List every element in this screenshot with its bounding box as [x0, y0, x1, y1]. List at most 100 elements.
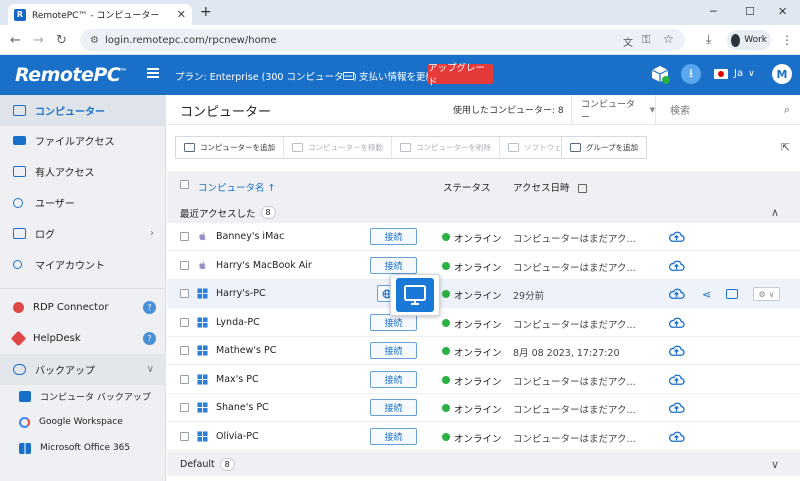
connect-button[interactable]: 接続: [370, 370, 417, 388]
site-info-icon[interactable]: ⚙: [90, 35, 99, 46]
connect-button[interactable]: 接続: [370, 399, 417, 416]
sidebar-item-helpdesk[interactable]: HelpDesk?: [0, 323, 166, 354]
table-row[interactable]: Shane's PC 接続 オンライン コンピューターはまだアク...: [167, 394, 800, 422]
translate-icon[interactable]: 文: [623, 34, 633, 49]
computer-name[interactable]: Harry's-PC: [216, 288, 266, 299]
computer-name[interactable]: Harry's MacBook Air: [216, 260, 312, 271]
connect-button[interactable]: 接続: [370, 342, 417, 359]
connect-monitor-button[interactable]: [396, 278, 434, 312]
computer-filter-dropdown[interactable]: コンピューター ▼: [571, 95, 655, 124]
row-checkbox[interactable]: [180, 431, 189, 441]
download-icon[interactable]: ⭳: [681, 64, 701, 84]
table-row[interactable]: Mathew's PC 接続 オンライン 8月 08 2023, 17:27:20: [167, 337, 800, 365]
export-icon[interactable]: ⇱: [781, 141, 790, 154]
help-icon[interactable]: ?: [143, 332, 156, 345]
row-checkbox[interactable]: [180, 317, 189, 327]
cloud-upload-icon[interactable]: [668, 372, 685, 388]
connect-button[interactable]: 接続: [370, 313, 417, 331]
table-row[interactable]: Harry's-PC オンライン 29分前 ⋖ ⚙ ∨: [167, 280, 800, 308]
sidebar-subitem-google-workspace[interactable]: Google Workspace: [0, 409, 166, 435]
share-icon[interactable]: ⋖: [702, 288, 711, 301]
user-avatar[interactable]: M: [772, 64, 792, 84]
deploy-package-icon[interactable]: [649, 63, 671, 85]
cloud-upload-icon[interactable]: [668, 400, 685, 416]
browser-tab[interactable]: R RemotePC™ - コンピューター ✕: [8, 4, 192, 25]
sidebar-item-my-account[interactable]: マイアカウント: [0, 249, 166, 280]
move-computer-button[interactable]: コンピューターを移動: [284, 137, 392, 158]
forward-icon[interactable]: →: [33, 33, 44, 48]
help-icon[interactable]: ?: [143, 301, 156, 314]
connect-button[interactable]: 接続: [370, 228, 417, 245]
row-checkbox[interactable]: [180, 374, 189, 384]
table-row[interactable]: Banney's iMac 接続 オンライン コンピューターはまだアク...: [167, 223, 800, 251]
computer-name[interactable]: Mathew's PC: [216, 345, 276, 356]
tab-close-icon[interactable]: ✕: [177, 8, 186, 21]
chevron-down-icon[interactable]: ∨: [771, 458, 779, 471]
add-computer-button[interactable]: コンピューターを追加: [176, 137, 284, 158]
row-checkbox[interactable]: [180, 289, 189, 298]
sidebar-item-users[interactable]: ユーザー: [0, 187, 166, 218]
settings-dropdown[interactable]: ⚙ ∨: [753, 287, 780, 301]
table-row[interactable]: Lynda-PC 接続 オンライン コンピューターはまだアク...: [167, 308, 800, 337]
column-header-name[interactable]: コンピュータ名 ↑: [198, 180, 276, 194]
calendar-icon[interactable]: [577, 184, 587, 193]
row-checkbox[interactable]: [180, 403, 189, 412]
url-field[interactable]: ⚙ login.remotepc.com/rpcnew/home: [80, 29, 685, 51]
back-icon[interactable]: ←: [10, 33, 21, 48]
add-group-button[interactable]: グループを追加: [562, 137, 646, 158]
computer-name[interactable]: Banney's iMac: [216, 231, 284, 242]
sidebar-item-file-access[interactable]: ファイルアクセス: [0, 125, 166, 156]
chat-icon[interactable]: [726, 289, 738, 299]
new-tab-icon[interactable]: +: [200, 4, 212, 20]
table-row[interactable]: Max's PC 接続 オンライン コンピューターはまだアク...: [167, 365, 800, 394]
hamburger-menu-icon[interactable]: [147, 68, 159, 78]
group-recently-accessed[interactable]: 最近アクセスした 8 ∧: [167, 200, 800, 225]
downloads-icon[interactable]: ⤓: [706, 32, 711, 47]
connect-button[interactable]: 接続: [370, 256, 417, 274]
sidebar-subitem-computer-backup[interactable]: コンピュータ バックアップ: [0, 383, 166, 409]
remotepc-logo[interactable]: RemotePC™: [15, 64, 127, 86]
cloud-upload-icon[interactable]: [668, 343, 685, 359]
cloud-upload-icon[interactable]: [668, 229, 685, 245]
search-icon[interactable]: ⌕: [784, 103, 790, 117]
sidebar-item-computers[interactable]: コンピューター: [0, 95, 166, 126]
cloud-upload-icon[interactable]: [668, 258, 685, 274]
remote-connect-popup[interactable]: [390, 274, 440, 316]
minimize-icon[interactable]: ─: [710, 5, 717, 18]
sidebar-subitem-office365[interactable]: Microsoft Office 365: [0, 435, 166, 461]
computer-name[interactable]: Max's PC: [216, 374, 259, 385]
language-selector[interactable]: Ja ∨: [714, 68, 755, 79]
upgrade-button[interactable]: アップグレード: [428, 63, 493, 88]
cloud-upload-icon[interactable]: [668, 315, 685, 331]
sidebar-item-rdp-connector[interactable]: RDP Connector?: [0, 292, 166, 323]
sidebar-item-logs[interactable]: ログ ›: [0, 218, 166, 249]
row-checkbox[interactable]: [180, 346, 189, 355]
sidebar-item-backup[interactable]: バックアップ ∨: [0, 354, 166, 385]
delete-computer-button[interactable]: コンピューターを削除: [392, 137, 500, 158]
maximize-icon[interactable]: ☐: [745, 5, 755, 18]
search-input[interactable]: 検索 ⌕: [655, 95, 800, 124]
sidebar-item-label: HelpDesk: [33, 333, 81, 344]
row-checkbox[interactable]: [180, 260, 189, 270]
chevron-up-icon[interactable]: ∧: [771, 206, 779, 219]
table-row[interactable]: Harry's MacBook Air 接続 オンライン コンピューターはまだアク..…: [167, 251, 800, 280]
row-checkbox[interactable]: [180, 232, 189, 241]
connect-button[interactable]: 接続: [370, 427, 417, 445]
computer-name[interactable]: Olivia-PC: [216, 431, 259, 442]
group-default[interactable]: Default 8 ∨: [167, 452, 800, 476]
reload-icon[interactable]: ↻: [56, 33, 67, 48]
browser-menu-icon[interactable]: ⋮: [781, 33, 793, 47]
profile-button[interactable]: Work: [727, 30, 771, 50]
cloud-upload-icon[interactable]: [668, 286, 685, 302]
computer-name[interactable]: Lynda-PC: [216, 317, 260, 328]
table-row[interactable]: Olivia-PC 接続 オンライン コンピューターはまだアク...: [167, 422, 800, 451]
password-key-icon[interactable]: ⚿: [642, 33, 650, 47]
window-close-icon[interactable]: ✕: [778, 5, 787, 18]
sidebar-item-attended-access[interactable]: 有人アクセス: [0, 156, 166, 187]
cloud-upload-icon[interactable]: [668, 429, 685, 445]
bookmark-star-icon[interactable]: ☆: [663, 32, 674, 46]
logo-tm: ™: [120, 67, 127, 76]
select-all-checkbox[interactable]: [180, 180, 189, 189]
update-billing-link[interactable]: 支払い情報を更新: [343, 69, 435, 83]
computer-name[interactable]: Shane's PC: [216, 402, 269, 413]
